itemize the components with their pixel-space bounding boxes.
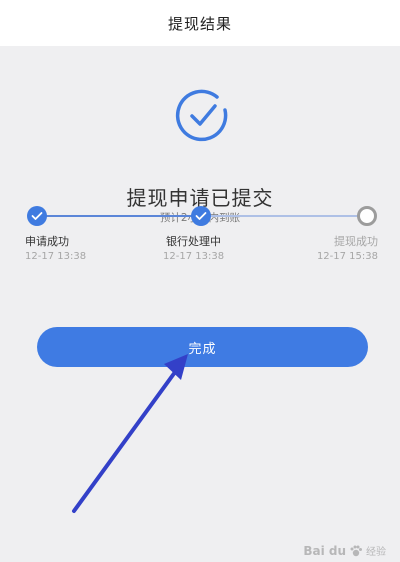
page-title: 提现结果 — [167, 14, 232, 33]
step-3-dot — [357, 206, 377, 226]
step-2-label: 银行处理中 — [166, 235, 221, 248]
check-icon — [31, 212, 43, 220]
watermark-logo: Bai du — [303, 543, 346, 558]
check-icon — [195, 212, 207, 220]
progress-line-2 — [201, 215, 367, 217]
result-content: 提现申请已提交 预计2小时内到账 申请成功 12-17 13:38 银行处理中 … — [0, 46, 400, 562]
watermark: Bai du 经验 — [303, 543, 386, 559]
paw-icon — [350, 545, 362, 556]
done-button-label: 完成 — [188, 341, 217, 357]
step-2-time: 12-17 13:38 — [163, 251, 225, 262]
step-3-label: 提现成功 — [334, 235, 378, 248]
watermark-text: 经验 — [366, 547, 386, 558]
check-circle-icon — [175, 89, 228, 142]
step-3-time: 12-17 15:38 — [316, 251, 378, 262]
step-2-dot — [191, 206, 211, 226]
done-button[interactable]: 完成 — [37, 327, 368, 367]
step-1-label: 申请成功 — [25, 235, 69, 248]
step-1-dot — [27, 206, 47, 226]
nav-bar: 提现结果 — [0, 0, 400, 46]
step-1-time: 12-17 13:38 — [25, 251, 87, 262]
progress-line-1 — [37, 215, 201, 217]
